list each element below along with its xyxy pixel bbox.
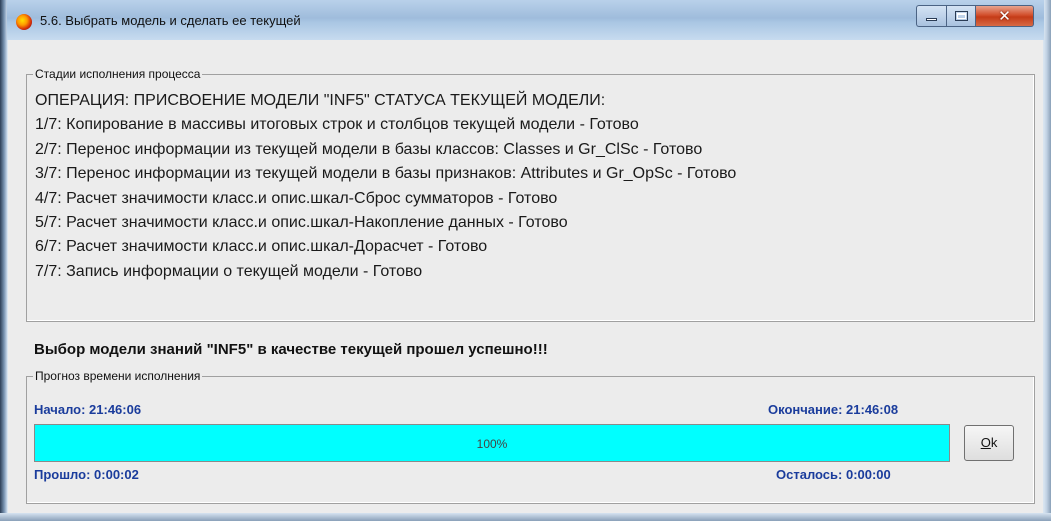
ok-button[interactable]: Ok [964,425,1014,461]
close-button[interactable]: ✕ [976,5,1034,27]
window-title: 5.6. Выбрать модель и сделать ее текущей [40,13,301,28]
forecast-legend: Прогноз времени исполнения [33,369,203,383]
window-frame-left [0,0,7,521]
progress-bar: 100% [34,424,950,462]
stages-legend: Стадии исполнения процесса [33,67,203,81]
remaining-time-label: Осталось: 0:00:00 [776,467,891,482]
dialog-client-area: Стадии исполнения процесса ОПЕРАЦИЯ: ПРИ… [8,40,1043,513]
window-frame-bottom [0,513,1051,521]
maximize-button[interactable] [946,5,976,27]
app-icon[interactable] [16,14,32,30]
progress-percent: 100% [476,437,508,451]
stage-line-1: 1/7: Копирование в массивы итоговых стро… [35,116,639,134]
end-time-label: Окончание: 21:46:08 [768,402,899,417]
start-time-label: Начало: 21:46:06 [34,402,142,417]
stages-log: ОПЕРАЦИЯ: ПРИСВОЕНИЕ МОДЕЛИ "INF5" СТАТУ… [35,89,736,284]
stage-line-2: 2/7: Перенос информации из текущей модел… [35,140,703,158]
ok-label-rest: k [990,435,998,450]
success-message: Выбор модели знаний "INF5" в качестве те… [34,341,548,358]
stages-groupbox: Стадии исполнения процесса ОПЕРАЦИЯ: ПРИ… [26,67,1035,322]
stage-line-3: 3/7: Перенос информации из текущей модел… [35,165,737,183]
title-bar[interactable]: 5.6. Выбрать модель и сделать ее текущей… [0,0,1051,40]
operation-header: ОПЕРАЦИЯ: ПРИСВОЕНИЕ МОДЕЛИ "INF5" СТАТУ… [35,92,606,109]
stage-line-5: 5/7: Расчет значимости класс.и опис.шкал… [35,213,568,231]
dialog-window: 5.6. Выбрать модель и сделать ее текущей… [0,0,1051,521]
stage-line-6: 6/7: Расчет значимости класс.и опис.шкал… [35,238,488,256]
stage-line-7: 7/7: Запись информации о текущей модели … [35,262,423,280]
ok-mnemonic: O [980,435,991,450]
minimize-button[interactable] [916,5,946,27]
window-frame-right [1044,0,1051,521]
stage-line-4: 4/7: Расчет значимости класс.и опис.шкал… [35,189,558,207]
close-icon: ✕ [998,7,1011,25]
elapsed-time-label: Прошло: 0:00:02 [34,467,139,482]
minimize-icon [926,18,937,21]
maximize-icon [955,11,968,21]
